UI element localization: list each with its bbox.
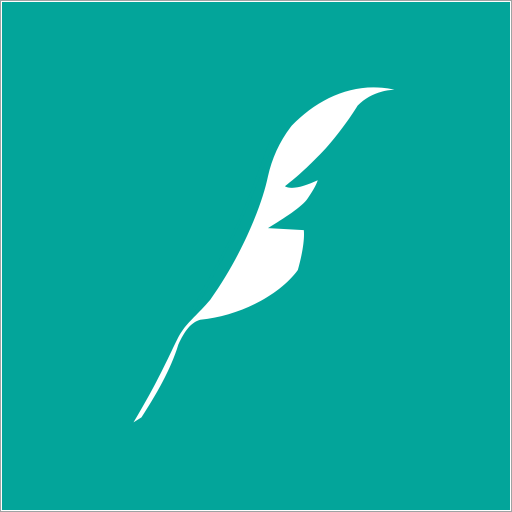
app-icon-svg [1,1,511,511]
app-icon-tile [0,0,512,512]
